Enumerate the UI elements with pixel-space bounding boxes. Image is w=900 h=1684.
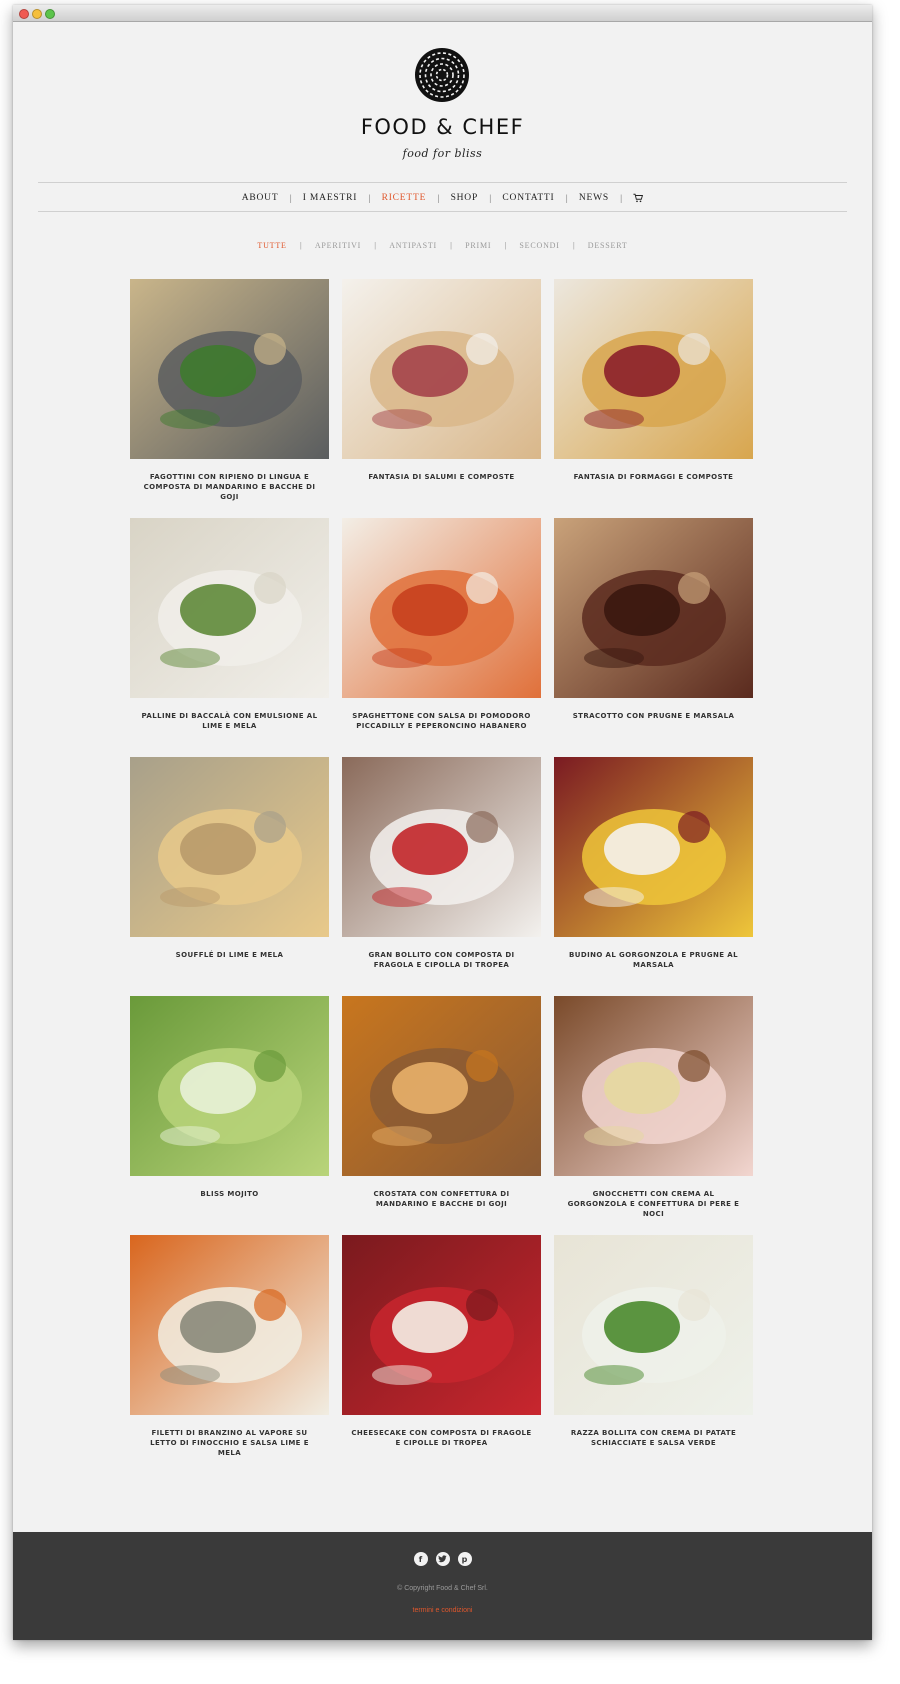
nav-top-divider: [38, 182, 847, 183]
recipe-title[interactable]: RAZZA BOLLITA CON CREMA DI PATATE SCHIAC…: [554, 1428, 753, 1448]
recipe-card[interactable]: SPAGHETTONE CON SALSA DI POMODORO PICCAD…: [342, 518, 541, 757]
recipe-photo[interactable]: [554, 279, 753, 459]
recipe-photo[interactable]: [554, 518, 753, 698]
recipe-photo[interactable]: [342, 996, 541, 1176]
recipe-title[interactable]: BLISS MOJITO: [130, 1189, 329, 1199]
recipe-grid: FAGOTTINI CON RIPIENO DI LINGUA E COMPOS…: [130, 279, 762, 1474]
recipe-title[interactable]: GNOCCHETTI CON CREMA AL GORGONZOLA E CON…: [554, 1189, 753, 1219]
recipe-card[interactable]: RAZZA BOLLITA CON CREMA DI PATATE SCHIAC…: [554, 1235, 753, 1474]
zoom-window-button[interactable]: [45, 9, 55, 19]
nav-bottom-divider: [38, 211, 847, 212]
nav-item-shop[interactable]: SHOP: [451, 193, 479, 203]
recipe-title[interactable]: FANTASIA DI FORMAGGI E COMPOSTE: [554, 472, 753, 482]
recipe-title[interactable]: FANTASIA DI SALUMI E COMPOSTE: [342, 472, 541, 482]
filter-dessert[interactable]: DESSERT: [588, 241, 628, 250]
terms-link[interactable]: termini e condizioni: [13, 1607, 872, 1614]
window-titlebar: [13, 5, 872, 22]
recipe-card[interactable]: PALLINE DI BACCALÀ CON EMULSIONE AL LIME…: [130, 518, 329, 757]
recipe-photo[interactable]: [130, 996, 329, 1176]
recipe-photo[interactable]: [342, 1235, 541, 1415]
recipe-card[interactable]: STRACOTTO CON PRUGNE E MARSALA: [554, 518, 753, 757]
nav-separator: |: [368, 193, 371, 203]
recipe-title[interactable]: PALLINE DI BACCALÀ CON EMULSIONE AL LIME…: [130, 711, 329, 731]
filter-tutte[interactable]: TUTTE: [257, 241, 286, 250]
recipe-card[interactable]: BLISS MOJITO: [130, 996, 329, 1235]
filter-separator: |: [374, 241, 377, 250]
brand-title[interactable]: FOOD & CHEF: [13, 115, 872, 139]
recipe-title[interactable]: GRAN BOLLITO CON COMPOSTA DI FRAGOLA E C…: [342, 950, 541, 970]
nav-separator: |: [437, 193, 440, 203]
nav-separator: |: [565, 193, 568, 203]
recipe-card[interactable]: GNOCCHETTI CON CREMA AL GORGONZOLA E CON…: [554, 996, 753, 1235]
recipe-photo[interactable]: [130, 757, 329, 937]
recipe-photo[interactable]: [130, 279, 329, 459]
recipe-title[interactable]: BUDINO AL GORGONZOLA E PRUGNE AL MARSALA: [554, 950, 753, 970]
main-navigation: ABOUT | I MAESTRI | RICETTE | SHOP | CONTATTI | NE…: [13, 190, 872, 206]
recipe-title[interactable]: STRACOTTO CON PRUGNE E MARSALA: [554, 711, 753, 721]
logo-mark-icon[interactable]: [414, 47, 470, 103]
recipe-card[interactable]: FAGOTTINI CON RIPIENO DI LINGUA E COMPOS…: [130, 279, 329, 518]
shopping-cart-icon[interactable]: [633, 193, 644, 203]
facebook-icon[interactable]: f: [413, 1552, 428, 1566]
filter-secondi[interactable]: SECONDI: [519, 241, 559, 250]
recipe-title[interactable]: SPAGHETTONE CON SALSA DI POMODORO PICCAD…: [342, 711, 541, 731]
filter-separator: |: [572, 241, 575, 250]
recipe-title[interactable]: CROSTATA CON CONFETTURA DI MANDARINO E B…: [342, 1189, 541, 1209]
recipe-photo[interactable]: [554, 996, 753, 1176]
copyright-text: © Copyright Food & Chef Srl.: [397, 1585, 488, 1592]
recipe-card[interactable]: CROSTATA CON CONFETTURA DI MANDARINO E B…: [342, 996, 541, 1235]
filter-antipasti[interactable]: ANTIPASTI: [389, 241, 437, 250]
filter-primi[interactable]: PRIMI: [465, 241, 491, 250]
recipe-card[interactable]: FANTASIA DI SALUMI E COMPOSTE: [342, 279, 541, 518]
recipe-photo[interactable]: [554, 1235, 753, 1415]
filter-separator: |: [450, 241, 453, 250]
recipe-photo[interactable]: [342, 518, 541, 698]
recipe-card[interactable]: SOUFFLÉ DI LIME E MELA: [130, 757, 329, 996]
site-footer: f p © Copyright Food & Chef Srl. termini…: [13, 1532, 872, 1640]
nav-item-i-maestri[interactable]: I MAESTRI: [303, 193, 357, 203]
recipe-card[interactable]: FANTASIA DI FORMAGGI E COMPOSTE: [554, 279, 753, 518]
minimize-window-button[interactable]: [32, 9, 42, 19]
browser-window: FOOD & CHEF food for bliss ABOUT | I MAEST…: [13, 5, 872, 1640]
brand-tagline: food for bliss: [402, 147, 483, 160]
recipe-photo[interactable]: [554, 757, 753, 937]
nav-item-ricette[interactable]: RICETTE: [382, 193, 427, 203]
close-window-button[interactable]: [19, 9, 29, 19]
filter-separator: |: [299, 241, 302, 250]
recipe-card[interactable]: GRAN BOLLITO CON COMPOSTA DI FRAGOLA E C…: [342, 757, 541, 996]
recipe-title[interactable]: FAGOTTINI CON RIPIENO DI LINGUA E COMPOS…: [130, 472, 329, 502]
recipe-title[interactable]: FILETTI DI BRANZINO AL VAPORE SU LETTO D…: [130, 1428, 329, 1458]
pinterest-icon[interactable]: p: [457, 1552, 472, 1566]
nav-item-news[interactable]: NEWS: [579, 193, 609, 203]
social-links: f p: [13, 1552, 872, 1566]
recipe-card[interactable]: BUDINO AL GORGONZOLA E PRUGNE AL MARSALA: [554, 757, 753, 996]
recipe-photo[interactable]: [342, 757, 541, 937]
recipe-card[interactable]: CHEESECAKE CON COMPOSTA DI FRAGOLE E CIP…: [342, 1235, 541, 1474]
recipe-photo[interactable]: [130, 518, 329, 698]
recipe-title[interactable]: SOUFFLÉ DI LIME E MELA: [130, 950, 329, 960]
category-filter: TUTTE | APERITIVI | ANTIPASTI | PRIMI | SECONDI |…: [13, 241, 872, 250]
filter-aperitivi[interactable]: APERITIVI: [315, 241, 361, 250]
nav-item-about[interactable]: ABOUT: [242, 193, 279, 203]
recipe-card[interactable]: FILETTI DI BRANZINO AL VAPORE SU LETTO D…: [130, 1235, 329, 1474]
filter-separator: |: [504, 241, 507, 250]
nav-separator: |: [619, 193, 623, 203]
nav-separator: |: [289, 193, 292, 203]
recipe-photo[interactable]: [342, 279, 541, 459]
nav-separator: |: [489, 193, 492, 203]
nav-item-contatti[interactable]: CONTATTI: [502, 193, 554, 203]
twitter-icon[interactable]: [435, 1552, 450, 1566]
recipe-title[interactable]: CHEESECAKE CON COMPOSTA DI FRAGOLE E CIP…: [342, 1428, 541, 1448]
recipe-photo[interactable]: [130, 1235, 329, 1415]
